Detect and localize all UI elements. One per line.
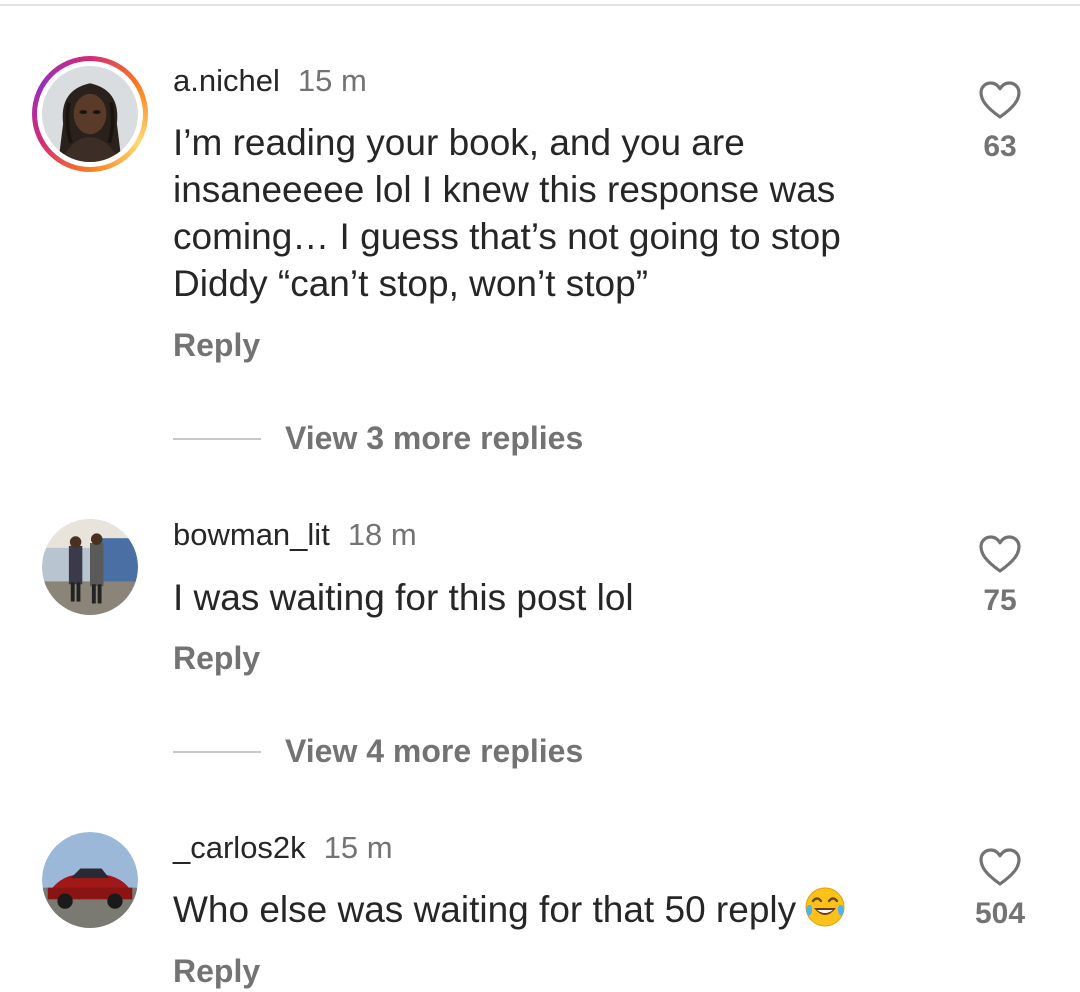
view-replies-button[interactable]: View 3 more replies — [173, 420, 583, 457]
username[interactable]: _carlos2k — [173, 830, 306, 865]
profile-photo-icon — [42, 519, 138, 615]
avatar[interactable] — [42, 519, 138, 615]
view-replies-line — [173, 750, 261, 753]
comment-meta: _carlos2k 15 m — [173, 830, 393, 866]
timestamp: 15 m — [297, 63, 367, 98]
like-control: 75 — [955, 534, 1045, 618]
profile-photo-icon — [42, 66, 138, 162]
like-count: 504 — [974, 897, 1026, 930]
heart-icon[interactable] — [978, 847, 1022, 887]
comment-meta: bowman_lit 18 m — [173, 517, 417, 553]
username[interactable]: a.nichel — [173, 63, 280, 98]
like-count: 63 — [983, 130, 1017, 163]
comment-text: I’m reading your book, and you are insan… — [173, 122, 841, 304]
comment-text-body: Who else was waiting for that 50 reply — [173, 889, 797, 930]
comment-meta: a.nichel 15 m — [173, 63, 367, 99]
profile-photo-icon — [42, 832, 138, 928]
heart-icon[interactable] — [978, 534, 1022, 574]
tears-of-joy-emoji-icon — [805, 887, 845, 927]
reply-button[interactable]: Reply — [173, 640, 260, 677]
username[interactable]: bowman_lit — [173, 517, 330, 552]
like-control: 504 — [952, 847, 1048, 931]
reply-button[interactable]: Reply — [173, 327, 260, 364]
heart-icon[interactable] — [978, 80, 1022, 120]
view-replies-line — [173, 437, 261, 440]
timestamp: 18 m — [347, 517, 417, 552]
avatar[interactable] — [32, 56, 148, 172]
timestamp: 15 m — [323, 830, 393, 865]
comment-text: Who else was waiting for that 50 reply — [173, 886, 933, 933]
view-replies-label: View 3 more replies — [285, 420, 584, 456]
reply-button[interactable]: Reply — [173, 953, 260, 990]
top-divider — [0, 4, 1080, 6]
avatar[interactable] — [42, 832, 138, 928]
view-replies-button[interactable]: View 4 more replies — [173, 733, 583, 770]
like-control: 63 — [955, 80, 1045, 164]
comment-text: I was waiting for this post lol — [173, 577, 634, 618]
like-count: 75 — [983, 584, 1017, 617]
view-replies-label: View 4 more replies — [285, 733, 584, 769]
